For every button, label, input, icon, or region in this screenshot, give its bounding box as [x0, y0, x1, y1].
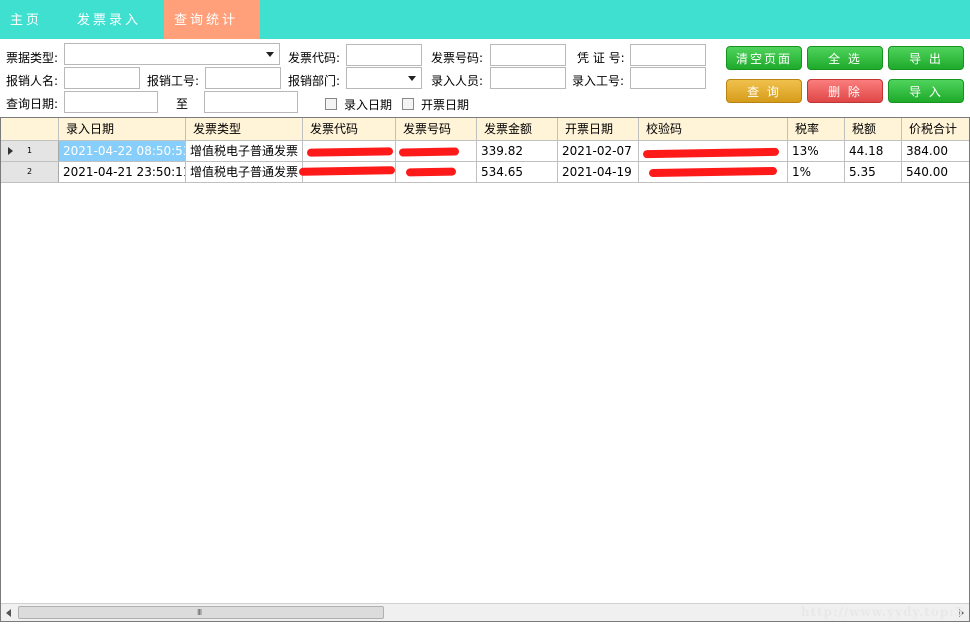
dept-select[interactable] — [346, 67, 422, 89]
employee-no-input[interactable] — [205, 67, 281, 89]
cell-entry-date[interactable]: 2021-04-21 23:50:11 — [59, 162, 186, 182]
invoice-number-label: 发票号码: — [431, 51, 484, 65]
query-button[interactable]: 查 询 — [726, 79, 802, 103]
redaction-mark — [405, 167, 457, 177]
ticket-type-select[interactable] — [64, 43, 280, 65]
reimburser-input[interactable] — [64, 67, 140, 89]
voucher-label: 凭 证 号: — [577, 51, 625, 65]
col-tax-rate[interactable]: 税率 — [788, 118, 845, 140]
query-date-label: 查询日期: — [6, 97, 59, 111]
col-total[interactable]: 价税合计 — [902, 118, 969, 140]
entry-person-input[interactable] — [490, 67, 566, 89]
tab-query-stats[interactable]: 查询统计 — [164, 0, 260, 39]
scrollbar-grip: III — [197, 608, 202, 617]
row-number: 2 — [27, 167, 33, 176]
cell-total[interactable]: 540.00 — [902, 162, 969, 182]
date-from-input[interactable] — [64, 91, 158, 113]
reimburser-label: 报销人名: — [6, 74, 59, 88]
employee-no-label: 报销工号: — [147, 74, 200, 88]
cell-invoice-amount[interactable]: 339.82 — [477, 141, 558, 161]
cell-invoice-type[interactable]: 增值税电子普通发票 — [186, 141, 303, 161]
ticket-type-label: 票据类型: — [6, 51, 59, 65]
import-button[interactable]: 导 入 — [888, 79, 964, 103]
chevron-down-icon — [408, 76, 416, 81]
grid-header: 录入日期 发票类型 发票代码 发票号码 发票金额 开票日期 校验码 税率 税额 … — [1, 118, 969, 141]
scrollbar-thumb[interactable]: III — [18, 606, 384, 619]
delete-button[interactable]: 删 除 — [807, 79, 883, 103]
scroll-left-icon[interactable] — [6, 609, 11, 617]
cell-invoice-type[interactable]: 增值税电子普通发票 — [186, 162, 303, 182]
col-invoice-code[interactable]: 发票代码 — [303, 118, 396, 140]
filter-panel: 票据类型: 发票代码: 发票号码: 凭 证 号: 报销人名: 报销工号: 报销部… — [0, 39, 970, 117]
watermark-text: http://www.yydy.top:5 — [800, 605, 964, 619]
cell-tax-rate[interactable]: 13% — [788, 141, 845, 161]
export-button[interactable]: 导 出 — [888, 46, 964, 70]
col-invoice-number[interactable]: 发票号码 — [396, 118, 477, 140]
entry-person-label: 录入人员: — [431, 74, 484, 88]
row-number: 1 — [27, 146, 33, 155]
row-header[interactable]: 2 — [1, 162, 59, 182]
issue-date-checkbox[interactable] — [402, 98, 414, 110]
entry-no-label: 录入工号: — [572, 74, 625, 88]
col-invoice-amount[interactable]: 发票金额 — [477, 118, 558, 140]
header-corner — [1, 118, 59, 140]
issue-date-checkbox-label: 开票日期 — [421, 98, 470, 112]
col-check-code[interactable]: 校验码 — [639, 118, 788, 140]
invoice-code-input[interactable] — [346, 44, 422, 66]
cell-tax-rate[interactable]: 1% — [788, 162, 845, 182]
voucher-input[interactable] — [630, 44, 706, 66]
date-to-input[interactable] — [204, 91, 298, 113]
invoice-grid[interactable]: 录入日期 发票类型 发票代码 发票号码 发票金额 开票日期 校验码 税率 税额 … — [0, 117, 970, 622]
row-header[interactable]: 1 — [1, 141, 59, 161]
date-to-label: 至 — [176, 97, 189, 111]
top-nav-bar: 主页 发票录入 查询统计 — [0, 0, 970, 39]
entry-no-input[interactable] — [630, 67, 706, 89]
cell-issue-date[interactable]: 2021-02-07 — [558, 141, 639, 161]
clear-page-button[interactable]: 清空页面 — [726, 46, 802, 70]
redaction-mark — [306, 147, 394, 157]
entry-date-checkbox[interactable] — [325, 98, 337, 110]
table-row[interactable]: 1 2021-04-22 08:50:53 增值税电子普通发票 339.82 2… — [1, 141, 969, 162]
table-row[interactable]: 2 2021-04-21 23:50:11 增值税电子普通发票 534.65 2… — [1, 162, 969, 183]
cell-issue-date[interactable]: 2021-04-19 — [558, 162, 639, 182]
select-all-button[interactable]: 全 选 — [807, 46, 883, 70]
tab-home[interactable]: 主页 — [0, 0, 47, 39]
col-tax-amount[interactable]: 税额 — [845, 118, 902, 140]
invoice-code-label: 发票代码: — [288, 51, 341, 65]
col-issue-date[interactable]: 开票日期 — [558, 118, 639, 140]
row-pointer-icon — [8, 147, 13, 155]
cell-invoice-amount[interactable]: 534.65 — [477, 162, 558, 182]
cell-tax-amount[interactable]: 5.35 — [845, 162, 902, 182]
tab-invoice-entry[interactable]: 发票录入 — [68, 0, 162, 39]
invoice-number-input[interactable] — [490, 44, 566, 66]
chevron-down-icon — [266, 52, 274, 57]
col-invoice-type[interactable]: 发票类型 — [186, 118, 303, 140]
dept-label: 报销部门: — [288, 74, 341, 88]
cell-entry-date[interactable]: 2021-04-22 08:50:53 — [59, 141, 186, 161]
cell-total[interactable]: 384.00 — [902, 141, 969, 161]
redaction-mark — [298, 166, 396, 176]
cell-tax-amount[interactable]: 44.18 — [845, 141, 902, 161]
entry-date-checkbox-label: 录入日期 — [344, 98, 393, 112]
redaction-mark — [398, 147, 460, 157]
col-entry-date[interactable]: 录入日期 — [59, 118, 186, 140]
